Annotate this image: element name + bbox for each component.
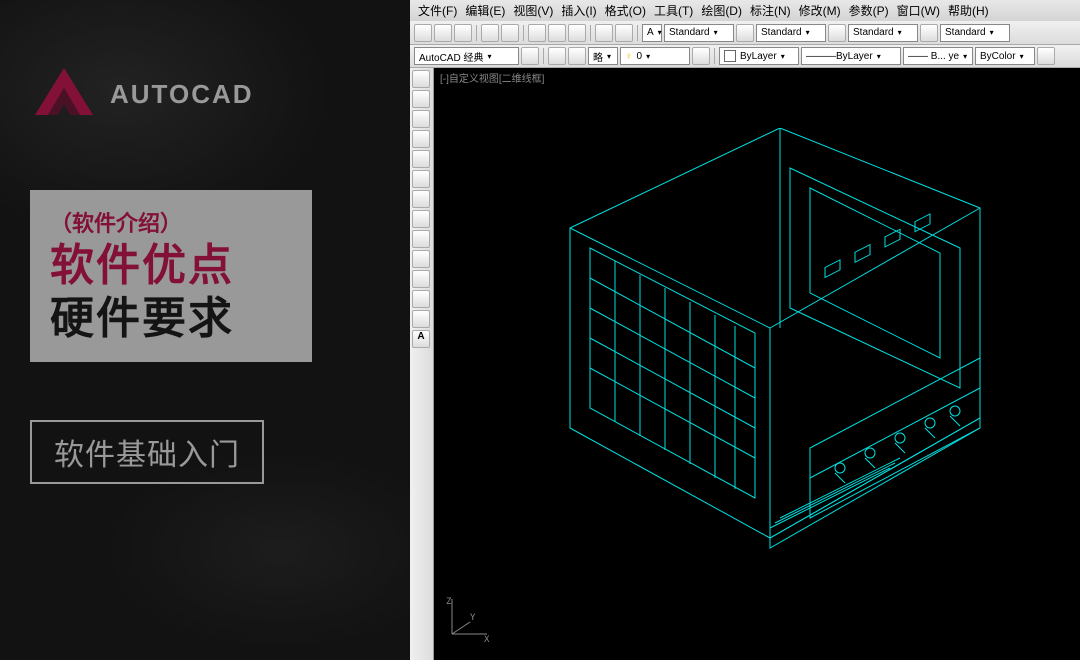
copy-icon[interactable] xyxy=(548,24,566,42)
layer-state-icon[interactable] xyxy=(568,47,586,65)
save-icon[interactable] xyxy=(454,24,472,42)
polyline-icon[interactable] xyxy=(412,90,430,108)
menu-tools[interactable]: 工具(T) xyxy=(650,0,697,21)
layer-dropdown[interactable]: ♀ 0 xyxy=(620,47,690,65)
open-icon[interactable] xyxy=(434,24,452,42)
textstyle-icon[interactable] xyxy=(736,24,754,42)
menu-dim[interactable]: 标注(N) xyxy=(746,0,795,21)
mtext-icon[interactable]: A xyxy=(412,330,430,348)
menu-view[interactable]: 视图(V) xyxy=(509,0,557,21)
region-icon[interactable] xyxy=(412,290,430,308)
linetype-dropdown[interactable]: ———ByLayer xyxy=(801,47,901,65)
cad-3d-wireframe xyxy=(510,128,1030,608)
lightbulb-icon: ♀ xyxy=(625,51,633,62)
dimstyle-dropdown[interactable]: Standard xyxy=(756,24,826,42)
dimstyle-icon[interactable] xyxy=(828,24,846,42)
style4-dropdown[interactable]: Standard xyxy=(940,24,1010,42)
separator xyxy=(637,25,638,41)
preview-icon[interactable] xyxy=(501,24,519,42)
svg-text:X: X xyxy=(484,635,490,644)
promo-subtitle: （软件介绍） xyxy=(50,206,292,238)
separator xyxy=(714,48,715,64)
svg-text:Z: Z xyxy=(446,597,452,607)
ellipse-icon[interactable] xyxy=(412,170,430,188)
workspace-dropdown[interactable]: AutoCAD 经典 xyxy=(414,47,519,65)
tablestyle-icon[interactable] xyxy=(920,24,938,42)
toolbar-layers: AutoCAD 经典 略 ♀ 0 ByLayer ———ByLayer —— B… xyxy=(410,45,1080,68)
dimlinear-icon[interactable] xyxy=(412,230,430,248)
plot-icon[interactable] xyxy=(1037,47,1055,65)
autocad-logo-icon xyxy=(30,60,98,128)
menu-bar: 文件(F) 编辑(E) 视图(V) 插入(I) 格式(O) 工具(T) 绘图(D… xyxy=(410,0,1080,21)
layerstate-dropdown[interactable]: 略 xyxy=(588,47,618,65)
brand-text: AUTOCAD xyxy=(110,79,254,110)
viewport-label[interactable]: [-]自定义视图[二维线框] xyxy=(440,70,544,85)
arc-icon[interactable] xyxy=(412,130,430,148)
text-icon[interactable] xyxy=(412,210,430,228)
workspace-gear-icon[interactable] xyxy=(521,47,539,65)
toolbar-standard: A Standard Standard Standard Standard xyxy=(410,21,1080,45)
tablestyle-dropdown[interactable]: Standard xyxy=(848,24,918,42)
block-icon[interactable] xyxy=(412,250,430,268)
menu-help[interactable]: 帮助(H) xyxy=(944,0,993,21)
svg-text:Y: Y xyxy=(470,613,476,623)
separator xyxy=(590,25,591,41)
cut-icon[interactable] xyxy=(528,24,546,42)
layer-prev-icon[interactable] xyxy=(692,47,710,65)
separator xyxy=(476,25,477,41)
promo-line2: 硬件要求 xyxy=(50,293,292,346)
redo-icon[interactable] xyxy=(615,24,633,42)
menu-param[interactable]: 参数(P) xyxy=(845,0,893,21)
promo-line1: 软件优点 xyxy=(50,240,292,293)
autocad-window: 文件(F) 编辑(E) 视图(V) 插入(I) 格式(O) 工具(T) 绘图(D… xyxy=(410,0,1080,660)
lineweight-dropdown[interactable]: —— B... ye xyxy=(903,47,973,65)
menu-edit[interactable]: 编辑(E) xyxy=(461,0,509,21)
textstyle-dropdown[interactable]: Standard xyxy=(664,24,734,42)
circle-icon[interactable] xyxy=(412,110,430,128)
menu-window[interactable]: 窗口(W) xyxy=(893,0,944,21)
annotate-dropdown[interactable]: A xyxy=(642,24,662,42)
menu-insert[interactable]: 插入(I) xyxy=(557,0,600,21)
menu-format[interactable]: 格式(O) xyxy=(601,0,650,21)
separator xyxy=(543,48,544,64)
undo-icon[interactable] xyxy=(595,24,613,42)
print-icon[interactable] xyxy=(481,24,499,42)
promo-panel: AUTOCAD （软件介绍） 软件优点 硬件要求 软件基础入门 xyxy=(0,0,410,660)
line-icon[interactable] xyxy=(412,70,430,88)
ucs-axis-icon: X Z Y xyxy=(442,594,492,644)
plotstyle-dropdown[interactable]: ByColor xyxy=(975,47,1035,65)
menu-draw[interactable]: 绘图(D) xyxy=(697,0,746,21)
menu-modify[interactable]: 修改(M) xyxy=(795,0,845,21)
promo-tag: 软件基础入门 xyxy=(30,420,264,484)
color-dropdown[interactable]: ByLayer xyxy=(719,47,799,65)
separator xyxy=(523,25,524,41)
layer-prop-icon[interactable] xyxy=(548,47,566,65)
rect-icon[interactable] xyxy=(412,150,430,168)
point-icon[interactable] xyxy=(412,270,430,288)
color-swatch xyxy=(724,50,736,62)
drawing-canvas[interactable]: A [-]自定义视图[二维线框] xyxy=(410,68,1080,660)
promo-card: （软件介绍） 软件优点 硬件要求 xyxy=(30,190,312,362)
table-icon[interactable] xyxy=(412,310,430,328)
hatch-icon[interactable] xyxy=(412,190,430,208)
paste-icon[interactable] xyxy=(568,24,586,42)
draw-toolbar: A xyxy=(410,68,434,660)
new-icon[interactable] xyxy=(414,24,432,42)
menu-file[interactable]: 文件(F) xyxy=(414,0,461,21)
